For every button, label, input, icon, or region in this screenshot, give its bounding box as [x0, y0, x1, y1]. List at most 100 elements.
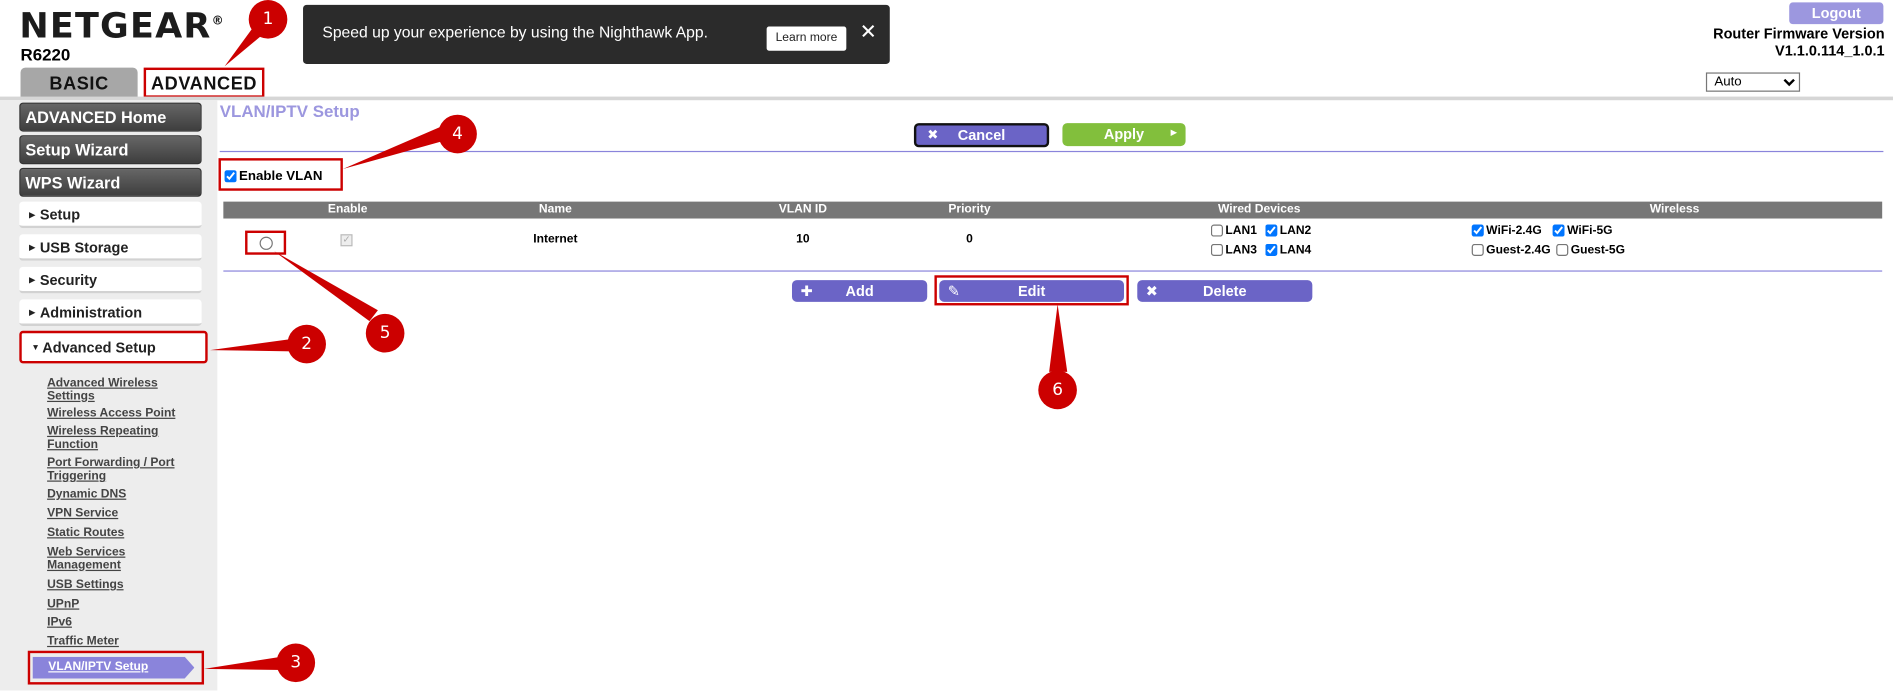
col-wireless: Wireless	[1649, 202, 1700, 217]
link-wireless-access-point[interactable]: Wireless Access Point	[47, 407, 198, 421]
pointer-5	[274, 251, 378, 322]
close-icon[interactable]: ✕	[860, 21, 877, 45]
menu-label: Advanced Setup	[42, 339, 156, 357]
add-button[interactable]: ✚ Add	[791, 280, 928, 302]
pointer-4	[342, 126, 447, 170]
lan4-option[interactable]: LAN4	[1265, 244, 1311, 257]
link-port-forwarding[interactable]: Port Forwarding / Port Triggering	[47, 457, 198, 483]
link-static-routes[interactable]: Static Routes	[47, 527, 198, 541]
caret-right-icon: ▶	[28, 211, 36, 220]
lan2-option[interactable]: LAN2	[1265, 225, 1311, 238]
link-dynamic-dns[interactable]: Dynamic DNS	[47, 488, 198, 502]
callout-badge-1: 1	[248, 0, 288, 39]
enable-vlan-tag-checkbox[interactable]	[224, 170, 237, 183]
callout-badge-2: 2	[287, 324, 326, 364]
link-wireless-repeating-function[interactable]: Wireless Repeating Function	[47, 425, 198, 451]
caret-down-icon: ▼	[31, 344, 40, 353]
row-wired-devices: LAN1 LAN2 LAN3 LAN4	[1210, 224, 1311, 264]
callout-badge-5: 5	[365, 313, 405, 353]
wifi-24g-option[interactable]: WiFi-2.4G	[1471, 224, 1553, 238]
wireless-line: Guest-2.4G Guest-5G	[1471, 244, 1625, 263]
col-name: Name	[538, 202, 572, 217]
row-select-radio[interactable]	[259, 236, 273, 250]
learn-more-button[interactable]: Learn more	[766, 26, 847, 51]
link-advanced-wireless-settings[interactable]: Advanced Wireless Settings	[47, 377, 198, 403]
plus-icon: ✚	[800, 282, 813, 300]
vlan-table-header: Enable Name VLAN ID Priority Wired Devic…	[223, 201, 1883, 219]
row-wireless: WiFi-2.4G WiFi-5G Guest-2.4G Guest-5G	[1471, 224, 1625, 264]
link-usb-settings[interactable]: USB Settings	[47, 579, 198, 593]
col-wired-devices: Wired Devices	[1217, 202, 1301, 217]
wifi-5g-checkbox[interactable]	[1552, 224, 1565, 238]
menu-administration[interactable]: ▶ Administration	[19, 299, 202, 326]
apply-button[interactable]: Apply ▶	[1062, 123, 1186, 147]
delete-label: Delete	[1203, 282, 1247, 300]
model-name: R6220	[20, 44, 71, 64]
top-divider	[219, 150, 1884, 153]
guest-5g-option[interactable]: Guest-5G	[1556, 244, 1625, 257]
lan2-checkbox[interactable]	[1265, 224, 1278, 238]
lan4-checkbox[interactable]	[1265, 244, 1278, 257]
link-upnp[interactable]: UPnP	[47, 598, 198, 612]
cancel-label: Cancel	[957, 126, 1006, 144]
x-icon: ✖	[927, 127, 939, 143]
lan2-label: LAN2	[1279, 224, 1312, 238]
wifi-24g-checkbox[interactable]	[1471, 224, 1484, 238]
row-priority: 0	[966, 233, 973, 247]
callout-badge-3: 3	[276, 643, 316, 683]
menu-label: Setup	[39, 206, 81, 224]
firmware-version: V1.1.0.114_1.0.1	[1775, 42, 1885, 60]
link-ipv6[interactable]: IPv6	[47, 616, 198, 630]
row-vlan-id: 10	[796, 233, 810, 247]
tab-basic[interactable]: BASIC	[20, 67, 138, 98]
guest-24g-option[interactable]: Guest-2.4G	[1471, 244, 1557, 257]
tab-advanced[interactable]: ADVANCED	[143, 67, 265, 98]
bottom-divider	[223, 270, 1883, 272]
row-select-highlight	[245, 230, 287, 255]
lan4-label: LAN4	[1279, 243, 1312, 258]
caret-right-icon: ▶	[28, 243, 36, 253]
menu-label: Administration	[39, 304, 143, 322]
link-vlan-iptv-setup-highlight: VLAN/IPTV Setup	[27, 650, 205, 685]
delete-button[interactable]: ✖ Delete	[1137, 280, 1313, 302]
cancel-button[interactable]: ✖ Cancel	[913, 123, 1050, 148]
row-name: Internet	[533, 233, 578, 247]
firmware-label: Router Firmware Version	[1713, 25, 1885, 43]
edit-button[interactable]: ✎ Edit	[939, 280, 1124, 302]
pointer-6	[1049, 304, 1068, 372]
wifi-5g-option[interactable]: WiFi-5G	[1552, 224, 1613, 238]
row-enable-checkbox: ✓	[340, 234, 353, 247]
lan3-label: LAN3	[1225, 243, 1257, 258]
lan1-checkbox[interactable]	[1210, 224, 1223, 238]
logout-button[interactable]: Logout	[1789, 2, 1884, 25]
link-traffic-meter[interactable]: Traffic Meter	[47, 636, 198, 649]
link-web-services-management[interactable]: Web Services Management	[47, 546, 198, 572]
menu-advanced-setup[interactable]: ▼ Advanced Setup	[19, 330, 208, 364]
lan3-checkbox[interactable]	[1210, 244, 1223, 257]
banner-message: Speed up your experience by using the Ni…	[322, 22, 709, 42]
guest-24g-checkbox[interactable]	[1471, 244, 1484, 257]
wired-line: LAN3 LAN4	[1210, 243, 1311, 263]
menu-setup[interactable]: ▶ Setup	[19, 201, 202, 229]
menu-usb-storage[interactable]: ▶ USB Storage	[19, 234, 202, 261]
header-divider	[0, 96, 1893, 101]
setup-wizard-button[interactable]: Setup Wizard	[19, 135, 202, 165]
menu-label: USB Storage	[39, 239, 129, 256]
enable-vlan-tag-option[interactable]: Enable VLAN Tag	[218, 158, 343, 215]
lan1-option[interactable]: LAN1	[1210, 224, 1265, 238]
col-enable: Enable	[327, 202, 368, 217]
pencil-icon: ✎	[947, 282, 960, 300]
col-priority: Priority	[948, 202, 991, 217]
advanced-home-button[interactable]: ADVANCED Home	[19, 102, 202, 132]
language-select[interactable]: Auto	[1705, 72, 1801, 92]
wifi-24g-label: WiFi-2.4G	[1486, 224, 1542, 238]
callout-badge-4: 4	[438, 114, 477, 154]
lan3-option[interactable]: LAN3	[1210, 243, 1265, 258]
menu-security[interactable]: ▶ Security	[19, 266, 202, 294]
link-vlan-iptv-setup[interactable]: VLAN/IPTV Setup	[32, 656, 195, 679]
callout-badge-6: 6	[1038, 370, 1077, 410]
link-vpn-service[interactable]: VPN Service	[47, 508, 198, 521]
guest-5g-label: Guest-5G	[1570, 243, 1626, 258]
guest-5g-checkbox[interactable]	[1556, 244, 1569, 257]
wps-wizard-button[interactable]: WPS Wizard	[19, 167, 202, 197]
